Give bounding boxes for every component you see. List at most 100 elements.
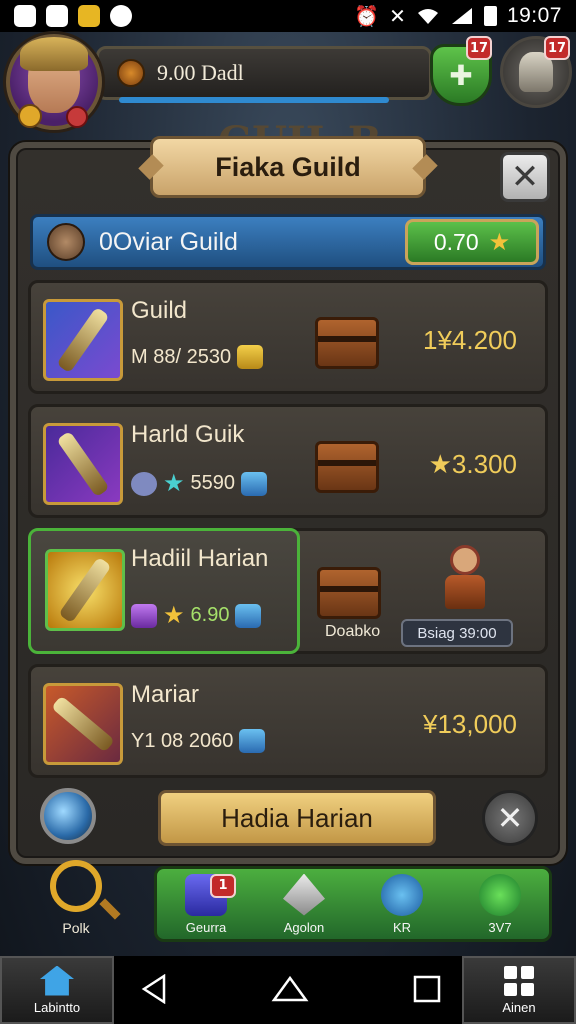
blue-gem-icon <box>239 729 266 753</box>
helmet-notification-badge: 17 <box>544 36 570 60</box>
shop-item[interactable]: Guild M 88/ 2530 1¥4.200 <box>28 280 548 394</box>
tray-button-agolon[interactable]: Agolon <box>264 873 344 935</box>
item-stats: ★ 5590 <box>131 469 268 498</box>
star-icon: ★ <box>163 470 185 497</box>
action-tray: 1 Geurra Agolon KR 3V7 <box>154 866 552 942</box>
coin-icon <box>117 59 145 87</box>
tray-button-kr[interactable]: KR <box>362 873 442 935</box>
tray-button-label: 3V7 <box>488 919 512 935</box>
item-name: Mariar <box>131 681 200 708</box>
orb-icon <box>131 471 157 496</box>
crystal-orb-button[interactable] <box>40 788 96 844</box>
tray-button-label: Geurra <box>185 919 227 935</box>
player-avatar[interactable] <box>6 34 102 130</box>
menu-nav-label: Ainen <box>502 999 536 1015</box>
crystal-icon <box>283 873 325 916</box>
currency-text: 9.00 Dadl <box>157 60 244 85</box>
dialog-title: Fiaka Guild <box>150 136 426 198</box>
quest-notification-badge: 17 <box>466 36 492 60</box>
recent-apps-icon[interactable] <box>412 974 442 1004</box>
magic-staff-icon <box>45 549 125 631</box>
close-button[interactable]: ✕ <box>500 152 550 202</box>
shop-item[interactable]: Harld Guik ★ 5590 ★3.300 <box>28 404 548 518</box>
tray-button-label: KR <box>392 919 412 935</box>
bottom-action-button[interactable]: Hadia Harian <box>158 790 436 846</box>
item-stats-text: Y1 08 2060 <box>131 729 234 752</box>
guild-score: 0.70 <box>433 228 479 255</box>
timer-pill: Bsiag 39:00 <box>401 619 513 647</box>
shop-item-featured[interactable]: Hadiil Harian ★ 6.90 Doabko Bsiag 39:00 <box>28 528 548 654</box>
alarm-icon: ⏰ <box>354 5 380 28</box>
search-button[interactable]: Polk <box>36 860 116 946</box>
hero-portrait-icon <box>20 37 88 113</box>
item-price: ¥13,000 <box>423 709 517 739</box>
hero-character-icon <box>439 545 491 609</box>
cannon-icon <box>43 683 123 765</box>
signal-icon <box>451 8 472 24</box>
item-name: Harld Guik <box>131 421 245 448</box>
close-icon: ✕ <box>510 157 540 197</box>
star-icon: ★ <box>163 602 185 629</box>
status-time: 19:07 <box>506 4 562 27</box>
tray-button-label: Agolon <box>283 919 325 935</box>
bottom-tray: Polk 1 Geurra Agolon KR 3V7 <box>20 858 560 950</box>
sword-icon <box>43 299 123 381</box>
guild-score-badge[interactable]: 0.70 ★ <box>405 219 539 265</box>
notification-icon <box>14 5 36 27</box>
cancel-button[interactable]: ✕ <box>482 790 538 846</box>
level-badge-icon <box>18 104 42 128</box>
home-icon <box>40 965 74 996</box>
treasure-chest-icon <box>315 441 379 493</box>
home-nav-label: Labintto <box>33 999 81 1015</box>
status-bar-notifications <box>14 5 132 27</box>
close-icon: ✕ <box>496 799 524 837</box>
app-notification-icon <box>46 5 68 27</box>
tray-button-3v7[interactable]: 3V7 <box>460 873 540 935</box>
tray-badge: 1 <box>210 873 236 898</box>
guild-emblem-icon <box>47 223 85 261</box>
item-stats-text: 6.90 <box>190 604 230 626</box>
home-nav-button[interactable]: Labintto <box>0 956 114 1024</box>
home-system-icon[interactable] <box>270 974 310 1004</box>
purple-gem-icon <box>131 603 157 628</box>
tray-button-geurra[interactable]: 1 Geurra <box>166 873 246 935</box>
shield-notification-icon <box>78 5 100 27</box>
chest-label: Doabko <box>325 623 381 640</box>
message-notification-icon <box>110 5 132 27</box>
wrench-icon: ✚ <box>449 58 473 92</box>
item-price: 1¥4.200 <box>423 325 517 355</box>
item-stats: Y1 08 2060 <box>131 729 266 753</box>
gear-icon <box>479 873 521 916</box>
wifi-icon <box>417 9 438 24</box>
treasure-chest-icon <box>315 317 379 369</box>
experience-bar <box>119 97 389 103</box>
star-icon: ★ <box>488 228 511 256</box>
blue-gem-icon <box>235 603 262 628</box>
status-bar: ⏰ ✕ 19:07 <box>0 0 576 32</box>
item-stats-text: 5590 <box>190 472 236 494</box>
grid-icon <box>504 965 534 996</box>
item-name: Hadiil Harian <box>131 545 269 572</box>
gold-bar-icon <box>237 345 264 369</box>
guild-info-row[interactable]: 0Oviar Guild 0.70 ★ <box>30 214 546 270</box>
shop-item[interactable]: Mariar Y1 08 2060 ¥13,000 <box>28 664 548 778</box>
search-label: Polk <box>62 920 90 936</box>
menu-nav-button[interactable]: Ainen <box>462 956 576 1024</box>
status-bar-system: ⏰ ✕ 19:07 <box>354 4 562 29</box>
mute-icon: ✕ <box>389 5 406 28</box>
item-stats: ★ 6.90 <box>131 601 262 630</box>
treasure-chest-icon <box>317 567 381 619</box>
item-stats-text: M 88/ 2530 <box>131 345 232 368</box>
top-hud: 9.00 Dadl ✚ 17 17 GUIL B <box>0 32 576 165</box>
item-name: Guild <box>131 297 188 324</box>
currency-bar[interactable]: 9.00 Dadl <box>96 46 432 103</box>
back-icon[interactable] <box>140 974 168 1004</box>
heart-icon <box>66 106 88 128</box>
armor-icon <box>43 423 123 505</box>
search-icon <box>50 860 102 912</box>
navigation-bar: Labintto Ainen <box>0 956 576 1024</box>
item-stats: M 88/ 2530 <box>131 345 264 369</box>
guild-name: 0Oviar Guild <box>99 227 238 256</box>
spear-icon <box>381 873 423 916</box>
item-price: ★3.300 <box>428 449 517 479</box>
